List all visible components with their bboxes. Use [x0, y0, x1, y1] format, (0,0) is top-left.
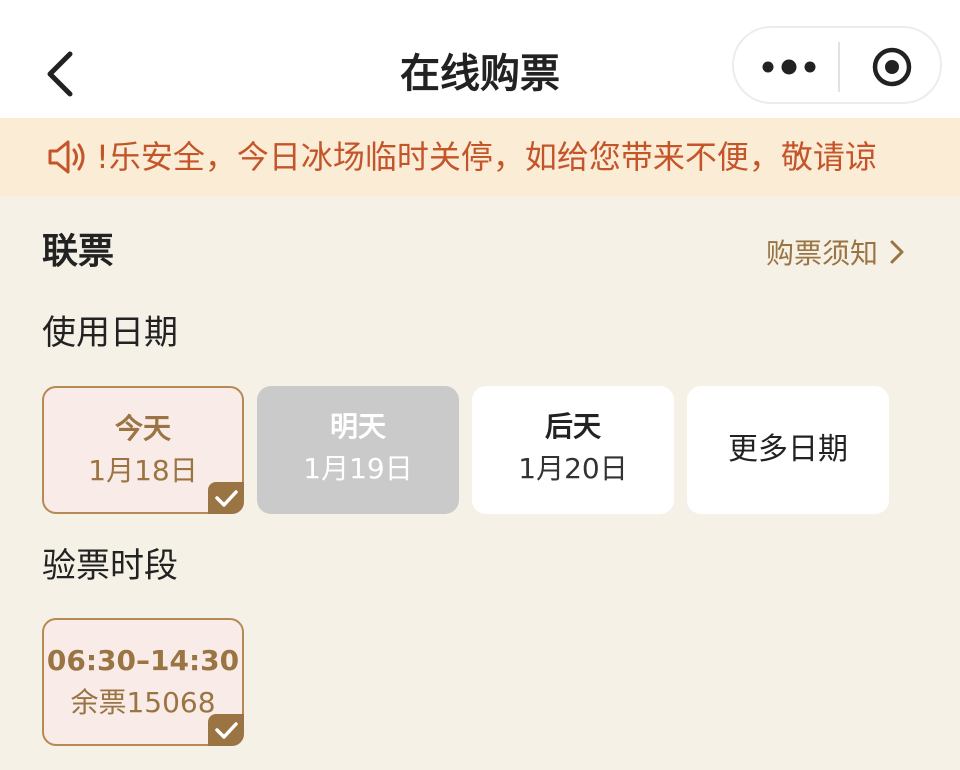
more-dots-icon: [762, 59, 816, 75]
section-title: 联票: [42, 231, 115, 272]
more-dates-label: 更多日期: [728, 432, 848, 467]
time-slot-label: 验票时段: [42, 546, 178, 586]
more-button[interactable]: [754, 42, 824, 92]
target-close-icon: [872, 47, 912, 87]
date-option-day: 后天: [544, 410, 601, 443]
capsule-menu: [732, 26, 942, 104]
purchase-notice-link[interactable]: 购票须知: [766, 230, 908, 274]
check-icon: [208, 714, 244, 746]
chevron-right-icon: [890, 240, 904, 264]
date-option-tomorrow[interactable]: 明天 1月19日: [257, 386, 459, 514]
date-option-date: 1月20日: [518, 452, 628, 485]
more-dates-button[interactable]: 更多日期: [687, 386, 889, 514]
notice-bar[interactable]: !乐安全，今日冰场临时关停，如给您带来不便，敬请谅: [0, 118, 960, 196]
date-label: 使用日期: [42, 313, 178, 353]
date-option-today[interactable]: 今天 1月18日: [42, 386, 244, 514]
time-slot-range: 06:30–14:30: [46, 644, 240, 677]
notice-marquee: !乐安全，今日冰场临时关停，如给您带来不便，敬请谅: [96, 118, 960, 196]
notice-text: !乐安全，今日冰场临时关停，如给您带来不便，敬请谅: [96, 138, 877, 176]
navbar: 在线购票: [0, 0, 960, 118]
purchase-notice-label: 购票须知: [766, 237, 879, 270]
capsule-divider: [838, 42, 840, 92]
date-option-day: 明天: [329, 410, 386, 443]
time-slot-option[interactable]: 06:30–14:30 余票15068: [42, 618, 244, 746]
date-option-day-after[interactable]: 后天 1月20日: [472, 386, 674, 514]
check-icon: [208, 482, 244, 514]
close-miniprogram-button[interactable]: [862, 42, 922, 92]
date-option-day: 今天: [114, 412, 171, 445]
speaker-icon: [48, 140, 85, 174]
date-option-date: 1月19日: [303, 452, 413, 485]
